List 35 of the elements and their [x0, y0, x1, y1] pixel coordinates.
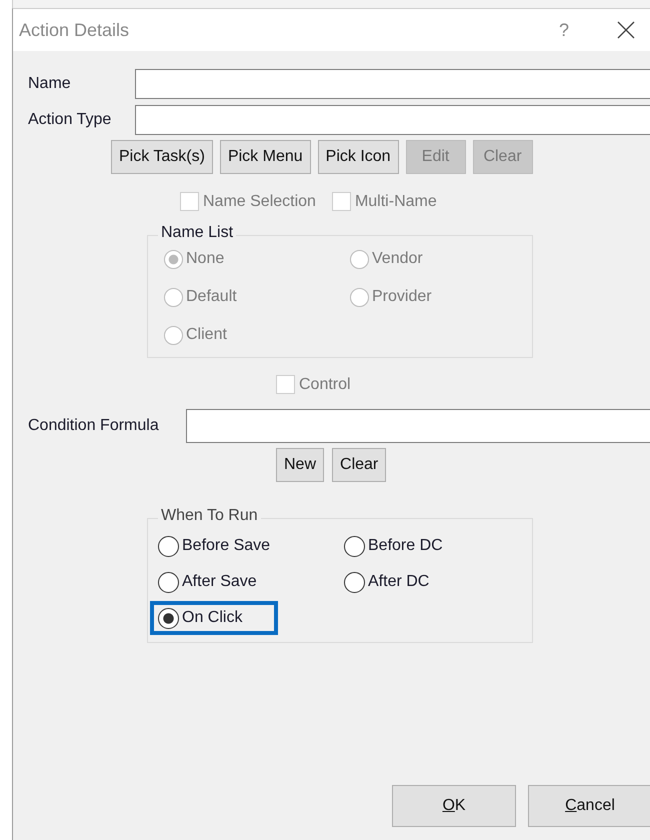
checkbox-label: Control [299, 376, 351, 394]
radio-button[interactable] [344, 536, 365, 556]
pick-button[interactable]: Pick Task(s) [111, 140, 213, 174]
dialog-button[interactable]: Cancel [528, 785, 650, 827]
text-field[interactable] [135, 69, 650, 99]
radio-label: On Click [182, 609, 242, 627]
dialog-button[interactable]: OK [392, 785, 516, 827]
radio-label: Provider [372, 288, 432, 306]
radio-label: None [186, 250, 224, 268]
radio-button[interactable] [344, 572, 365, 592]
formula-button[interactable]: New [276, 448, 324, 482]
field-label: Action Type [27, 111, 112, 129]
radio-label: Default [186, 288, 237, 306]
field-label: Condition Formula [27, 417, 160, 435]
close-icon [617, 21, 635, 39]
close-button[interactable] [617, 21, 635, 39]
checkbox-label: Name Selection [203, 192, 316, 210]
help-button[interactable]: ? [558, 20, 569, 40]
pick-button[interactable]: Pick Icon [318, 140, 399, 174]
radio-label: Vendor [372, 250, 423, 268]
radio-label: Before Save [182, 537, 270, 555]
formula-field[interactable] [186, 409, 650, 443]
radio-button[interactable] [158, 536, 179, 556]
pick-button[interactable]: Pick Menu [220, 140, 311, 174]
radio-label: After Save [182, 573, 257, 591]
radio-label: After DC [368, 573, 430, 591]
formula-button[interactable]: Clear [332, 448, 386, 482]
window-title: Action Details [19, 20, 130, 40]
radio-button[interactable] [158, 572, 179, 592]
radio-label: Before DC [368, 537, 443, 555]
checkbox-label: Multi-Name [354, 192, 437, 210]
radio-button[interactable] [158, 608, 179, 628]
text-field[interactable] [135, 105, 650, 135]
field-label: Name [27, 75, 72, 93]
radio-label: Client [186, 326, 227, 344]
